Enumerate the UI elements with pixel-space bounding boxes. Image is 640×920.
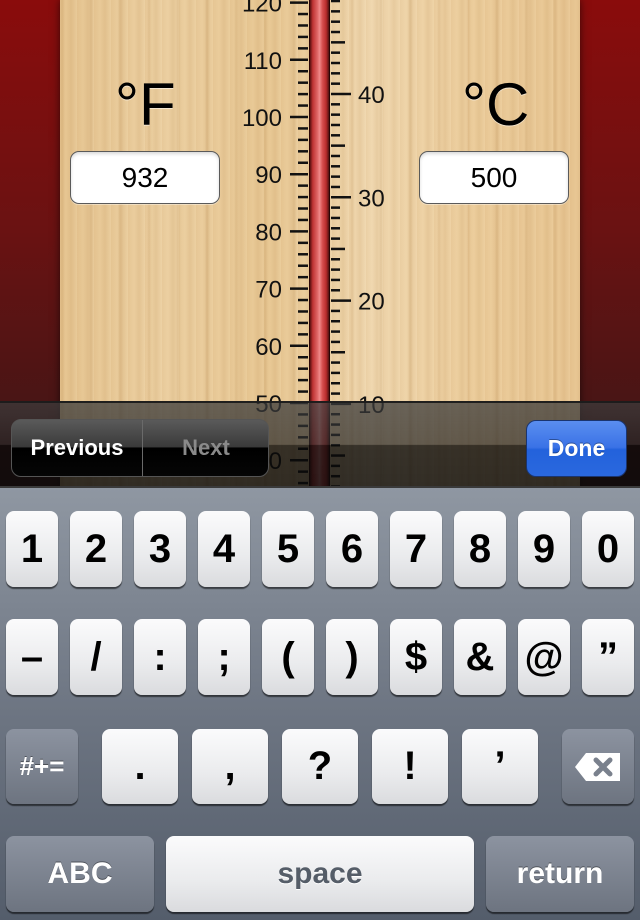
key[interactable]: $ — [390, 619, 442, 695]
backspace-key[interactable] — [562, 729, 634, 804]
fahrenheit-scale-label: 110 — [244, 48, 282, 75]
fahrenheit-scale-label: 100 — [242, 105, 282, 132]
key[interactable]: 6 — [326, 511, 378, 587]
space-key[interactable]: space — [166, 836, 474, 912]
abc-key[interactable]: ABC — [6, 836, 154, 912]
previous-button[interactable]: Previous — [12, 420, 143, 476]
keyboard: #+= ABC space return 1 2 3 4 5 6 7 8 9 0 – /:;() $ & @… — [0, 488, 640, 920]
key[interactable]: , — [192, 729, 268, 804]
key[interactable]: 3 — [134, 511, 186, 587]
return-key[interactable]: return — [486, 836, 634, 912]
key[interactable]: ( — [262, 619, 314, 695]
celsius-scale-label: 20 — [358, 289, 385, 316]
key[interactable]: 9 — [518, 511, 570, 587]
fahrenheit-scale-label: 60 — [255, 334, 282, 361]
key[interactable]: 1 — [6, 511, 58, 587]
key[interactable]: 0 — [582, 511, 634, 587]
key[interactable]: . — [102, 729, 178, 804]
key[interactable]: ; — [198, 619, 250, 695]
celsius-scale-label: 40 — [358, 82, 385, 109]
celsius-scale-label: 30 — [358, 185, 385, 212]
key[interactable]: @ — [518, 619, 570, 695]
key[interactable]: 7 — [390, 511, 442, 587]
key[interactable]: 2 — [70, 511, 122, 587]
key[interactable]: : — [134, 619, 186, 695]
key[interactable]: 4 — [198, 511, 250, 587]
key[interactable]: / — [70, 619, 122, 695]
key[interactable]: ) — [326, 619, 378, 695]
next-button[interactable]: Next — [143, 420, 268, 476]
key[interactable]: ” — [582, 619, 634, 695]
fahrenheit-scale-label: 80 — [255, 219, 282, 246]
more-symbols-key[interactable]: #+= — [6, 729, 78, 804]
key[interactable]: – — [6, 619, 58, 695]
fahrenheit-scale-label: 120 — [242, 0, 282, 18]
key[interactable]: & — [454, 619, 506, 695]
key[interactable]: ’ — [462, 729, 538, 804]
keyboard-accessory-toolbar: Previous Next Done — [0, 401, 640, 488]
key[interactable]: 8 — [454, 511, 506, 587]
fahrenheit-scale-label: 90 — [255, 162, 282, 189]
previous-next-segmented-control: Previous Next — [11, 419, 269, 477]
key[interactable]: 5 — [262, 511, 314, 587]
key[interactable]: ! — [372, 729, 448, 804]
key[interactable]: ? — [282, 729, 358, 804]
backspace-icon — [574, 751, 622, 783]
done-button[interactable]: Done — [526, 420, 627, 477]
fahrenheit-scale-label: 70 — [255, 277, 282, 304]
